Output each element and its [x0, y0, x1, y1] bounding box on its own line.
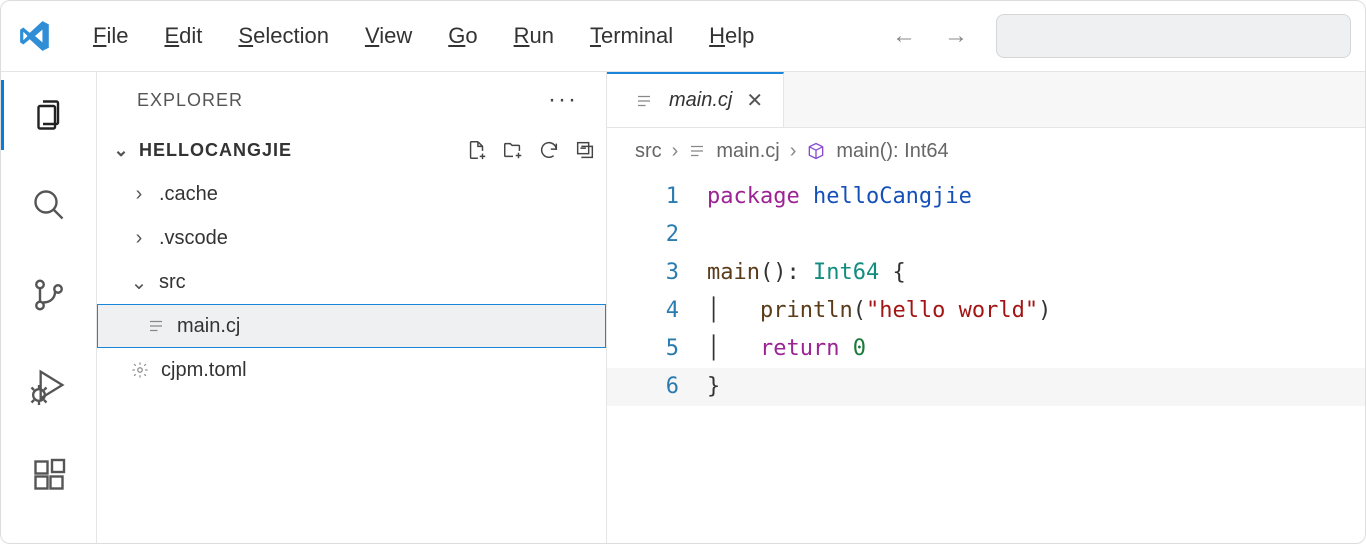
new-file-icon[interactable]: [466, 139, 488, 161]
activity-explorer[interactable]: [28, 94, 70, 136]
folder-section-header[interactable]: ⌄ HELLOCANGJIE: [97, 128, 606, 172]
nav-forward-icon[interactable]: →: [944, 22, 968, 50]
code-line[interactable]: 1package helloCangjie: [607, 178, 1365, 216]
line-number: 4: [607, 292, 707, 330]
tree-item-label: main.cj: [177, 315, 240, 338]
breadcrumb-part[interactable]: main(): Int64: [836, 140, 948, 163]
explorer-title: EXPLORER: [137, 90, 243, 111]
new-folder-icon[interactable]: [502, 139, 524, 161]
collapse-all-icon[interactable]: [574, 139, 596, 161]
nav-arrows: ← →: [892, 22, 988, 50]
command-search-input[interactable]: [996, 14, 1351, 58]
refresh-icon[interactable]: [538, 139, 560, 161]
activity-run-debug[interactable]: [28, 364, 70, 406]
chevron-right-icon: ›: [672, 140, 679, 163]
activity-extensions[interactable]: [28, 454, 70, 496]
line-number: 6: [607, 368, 707, 406]
menu-run[interactable]: Run: [514, 23, 554, 49]
chevron-right-icon: ›: [129, 183, 149, 206]
menu-terminal[interactable]: Terminal: [590, 23, 673, 49]
menu-view[interactable]: View: [365, 23, 412, 49]
tree-file[interactable]: cjpm.toml: [97, 348, 606, 392]
file-lines-icon: [145, 317, 167, 335]
code-text: │ return 0: [707, 330, 866, 368]
line-number: 2: [607, 216, 707, 254]
chevron-down-icon: ⌄: [129, 270, 149, 295]
editor-tabs: main.cj ✕: [607, 72, 1365, 128]
editor-tab-label: main.cj: [669, 89, 732, 112]
tree-item-label: .cache: [159, 183, 218, 206]
activity-source-control[interactable]: [28, 274, 70, 316]
tree-item-label: .vscode: [159, 227, 228, 250]
code-line[interactable]: 6}: [607, 368, 1365, 406]
close-icon[interactable]: ✕: [746, 88, 763, 113]
code-text: │ println("hello world"): [707, 292, 1051, 330]
explorer-header: EXPLORER ···: [97, 72, 606, 128]
activity-search[interactable]: [28, 184, 70, 226]
code-line[interactable]: 5│ return 0: [607, 330, 1365, 368]
code-editor[interactable]: 1package helloCangjie23main(): Int64 {4│…: [607, 174, 1365, 406]
breadcrumb-part[interactable]: main.cj: [716, 140, 779, 163]
tree-folder[interactable]: ⌄ src: [97, 260, 606, 304]
vscode-logo-icon: [15, 16, 55, 56]
chevron-right-icon: ›: [129, 227, 149, 250]
nav-back-icon[interactable]: ←: [892, 22, 916, 50]
tree-item-label: cjpm.toml: [161, 359, 247, 382]
editor-area: main.cj ✕ src › main.cj › main(): Int64 …: [607, 72, 1365, 543]
code-line[interactable]: 2: [607, 216, 1365, 254]
tree-folder[interactable]: › .vscode: [97, 216, 606, 260]
tree-item-label: src: [159, 271, 186, 294]
code-line[interactable]: 3main(): Int64 {: [607, 254, 1365, 292]
gear-icon: [129, 361, 151, 379]
file-tree: › .cache › .vscode ⌄ src main.cj cjpm.toml: [97, 172, 606, 392]
breadcrumb-part[interactable]: src: [635, 140, 662, 163]
line-number: 1: [607, 178, 707, 216]
editor-tab[interactable]: main.cj ✕: [607, 72, 784, 127]
activity-bar: [1, 72, 97, 543]
menu-edit[interactable]: Edit: [164, 23, 202, 49]
file-lines-icon: [633, 92, 655, 110]
chevron-down-icon: ⌄: [111, 140, 131, 161]
menu-file[interactable]: File: [93, 23, 128, 49]
titlebar: File Edit Selection View Go Run Terminal Help ←…: [1, 1, 1365, 71]
tree-folder[interactable]: › .cache: [97, 172, 606, 216]
line-number: 5: [607, 330, 707, 368]
menu-selection[interactable]: Selection: [238, 23, 329, 49]
code-text: package helloCangjie: [707, 178, 972, 216]
breadcrumb[interactable]: src › main.cj › main(): Int64: [607, 128, 1365, 174]
menu-go[interactable]: Go: [448, 23, 477, 49]
code-line[interactable]: 4│ println("hello world"): [607, 292, 1365, 330]
line-number: 3: [607, 254, 707, 292]
menu-bar: File Edit Selection View Go Run Terminal Help: [93, 23, 754, 49]
explorer-more-icon[interactable]: ···: [548, 86, 578, 114]
explorer-sidebar: EXPLORER ··· ⌄ HELLOCANGJIE › .cache › .vsc…: [97, 72, 607, 543]
folder-section-actions: [466, 139, 596, 161]
code-text: }: [707, 368, 720, 406]
tree-file[interactable]: main.cj: [97, 304, 606, 348]
folder-section-title: HELLOCANGJIE: [139, 140, 292, 161]
symbol-cube-icon: [806, 141, 826, 161]
file-lines-icon: [688, 142, 706, 160]
menu-help[interactable]: Help: [709, 23, 754, 49]
code-text: main(): Int64 {: [707, 254, 906, 292]
chevron-right-icon: ›: [790, 140, 797, 163]
